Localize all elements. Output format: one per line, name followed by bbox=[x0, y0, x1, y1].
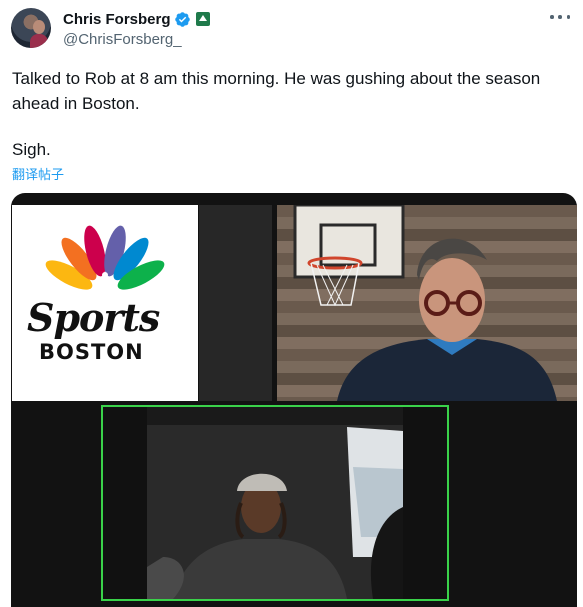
translate-post-link[interactable]: 翻译帖子 bbox=[12, 164, 64, 183]
tweet-text-line: Talked to Rob at 8 am this morning. He w… bbox=[12, 69, 545, 113]
tweet-header: Chris Forsberg @ChrisForsberg_ bbox=[63, 9, 210, 49]
author-avatar[interactable] bbox=[11, 8, 51, 48]
boston-wordmark: BOSTON bbox=[39, 340, 144, 364]
sports-wordmark: Sports bbox=[27, 295, 160, 340]
more-dot bbox=[550, 15, 554, 19]
more-dot bbox=[566, 15, 570, 19]
affiliate-badge-icon[interactable] bbox=[195, 12, 210, 26]
author-handle[interactable]: @ChrisForsberg_ bbox=[63, 31, 210, 48]
guest-video-tile bbox=[101, 405, 449, 601]
tweet-media[interactable]: Sports BOSTON bbox=[11, 193, 577, 607]
empty-video-tile bbox=[199, 205, 272, 401]
name-row: Chris Forsberg bbox=[63, 9, 210, 29]
guest-video-frame bbox=[103, 407, 447, 599]
host-video-tile bbox=[277, 205, 577, 401]
host-video-frame bbox=[293, 205, 557, 401]
more-options-icon[interactable] bbox=[550, 10, 570, 24]
more-dot bbox=[558, 15, 562, 19]
tweet-text: Talked to Rob at 8 am this morning. He w… bbox=[12, 66, 572, 116]
avatar-face bbox=[33, 20, 45, 34]
verified-badge-icon[interactable] bbox=[174, 11, 191, 28]
avatar-figure bbox=[30, 34, 48, 48]
logo-tile: Sports BOSTON bbox=[12, 205, 198, 401]
tweet-text-sigh: Sigh. bbox=[12, 140, 51, 159]
author-display-name[interactable]: Chris Forsberg bbox=[63, 11, 171, 28]
